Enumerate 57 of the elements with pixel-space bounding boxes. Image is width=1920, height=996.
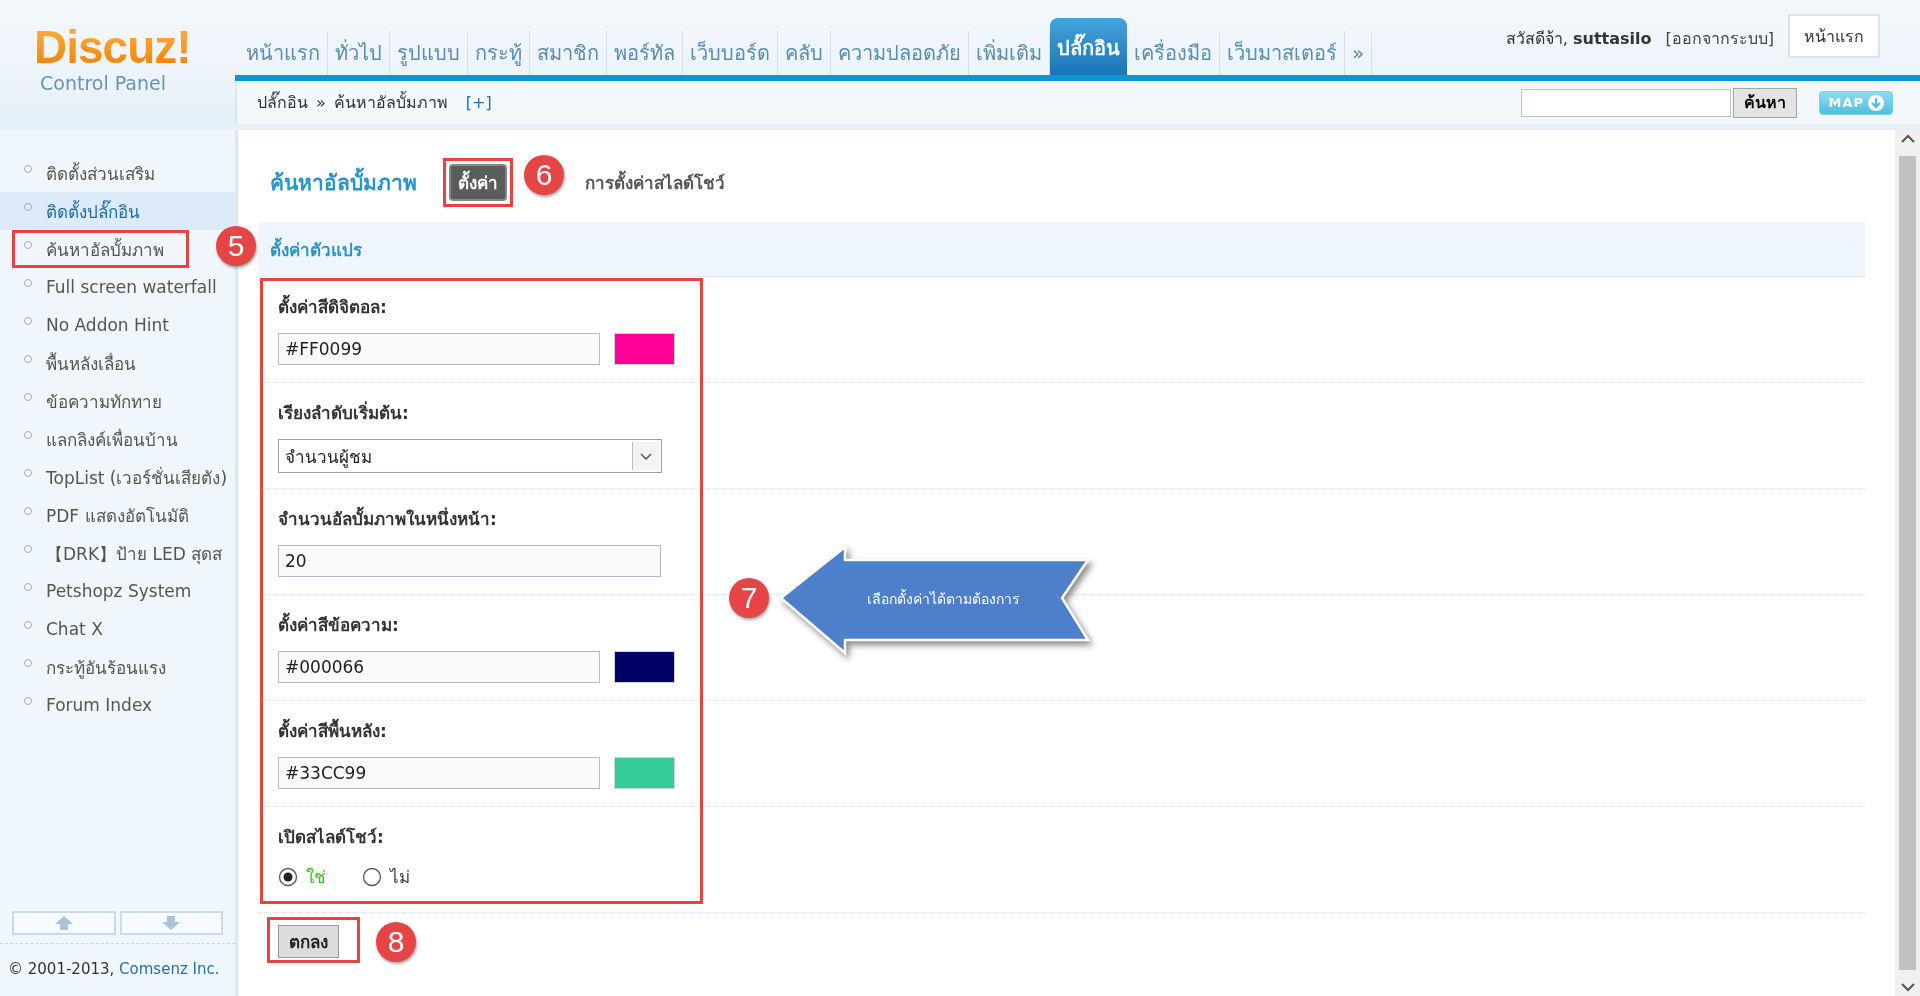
nav-tab[interactable]: ปลั๊กอิน bbox=[1050, 18, 1127, 75]
field-label: ตั้งค่าสีดิจิตอล: bbox=[278, 293, 1845, 317]
sidebar-item[interactable]: 【DRK】ป้าย LED สุดส bbox=[0, 534, 235, 572]
scroll-down-button[interactable] bbox=[119, 911, 223, 935]
section-header: ตั้งค่าตัวแปร bbox=[258, 222, 1865, 277]
chevron-down-icon bbox=[639, 450, 653, 462]
sidebar-item[interactable]: ค้นหาอัลบั้มภาพ bbox=[12, 230, 189, 268]
sidebar-item[interactable]: PDF แสดงอัตโนมัติ bbox=[0, 496, 235, 534]
radio-button[interactable] bbox=[362, 866, 382, 887]
sidebar-item[interactable]: Petshopz System bbox=[0, 572, 235, 610]
field-label: เปิดสไลด์โชว์: bbox=[278, 826, 385, 847]
color-field[interactable]: #33CC99 bbox=[278, 757, 600, 789]
field-label: เรียงลำดับเริ่มต้น: bbox=[278, 400, 410, 423]
page-tab[interactable]: การตั้งค่าสไลด์โชว์ bbox=[577, 164, 733, 200]
sidebar-item[interactable]: ติดตั้งส่วนเสริม bbox=[0, 154, 235, 192]
scrollbar-thumb[interactable] bbox=[1899, 156, 1916, 970]
logout-link[interactable]: [ออกจากระบบ] bbox=[1665, 26, 1774, 51]
callout-text: เลือกตั้งค่าได้ตามต้องการ bbox=[867, 588, 1020, 609]
up-arrow-icon bbox=[53, 915, 74, 931]
radio-option[interactable]: ไม่ bbox=[362, 863, 410, 890]
breadcrumb-item[interactable]: ปลั๊กอิน bbox=[257, 90, 308, 115]
sidebar-item[interactable]: Chat X bbox=[0, 610, 235, 648]
sidebar-item[interactable]: Full screen waterfall bbox=[0, 268, 235, 306]
greeting-text: สวัสดีจ้า, suttasilo bbox=[1505, 28, 1652, 50]
select-field[interactable]: จำนวนผู้ชม bbox=[278, 439, 662, 473]
color-field[interactable]: #FF0099 bbox=[278, 333, 600, 365]
breadcrumb-separator: » bbox=[316, 93, 326, 112]
down-arrow-icon bbox=[161, 915, 182, 931]
field-label: ตั้งค่าสีพื้นหลัง: bbox=[278, 717, 1845, 741]
sidebar-item[interactable]: ข้อความทักทาย bbox=[0, 382, 235, 420]
sidebar-item[interactable]: Forum Index bbox=[0, 686, 235, 724]
sidebar-item[interactable]: พื้นหลังเลื่อน bbox=[0, 344, 235, 382]
page-title: ค้นหาอัลบั้มภาพ bbox=[270, 165, 417, 199]
sidebar-item[interactable]: แลกลิงค์เพื่อนบ้าน bbox=[0, 420, 235, 458]
submit-button[interactable]: ตกลง bbox=[278, 925, 339, 958]
color-swatch[interactable] bbox=[614, 757, 675, 789]
down-arrow-icon bbox=[1868, 94, 1884, 111]
breadcrumb-item[interactable]: ค้นหาอัลบั้มภาพ bbox=[333, 90, 448, 115]
copyright-text: © 2001-2013, Comsenz Inc. bbox=[7, 959, 221, 980]
company-link[interactable]: Comsenz Inc. bbox=[119, 960, 220, 978]
sidebar-item[interactable]: ติดตั้งปลั๊กอิน bbox=[0, 192, 235, 230]
text-field[interactable]: 20 bbox=[278, 545, 661, 577]
search-button[interactable]: ค้นหา bbox=[1733, 87, 1798, 118]
color-field[interactable]: #000066 bbox=[278, 651, 600, 683]
search-field[interactable] bbox=[1521, 88, 1732, 117]
radio-button[interactable] bbox=[278, 866, 298, 887]
sidebar-item[interactable]: No Addon Hint bbox=[0, 306, 235, 344]
add-link[interactable]: [+] bbox=[465, 93, 492, 112]
home-button[interactable]: หน้าแรก bbox=[1788, 14, 1880, 58]
sidebar-item[interactable]: TopList (เวอร์ชั่นเสียตัง) bbox=[0, 458, 235, 496]
field-label: จำนวนอัลบั้มภาพในหนึ่งหน้า: bbox=[278, 505, 1845, 529]
logo-subtitle: Control Panel bbox=[40, 72, 166, 94]
page-tab[interactable]: ตั้งค่า bbox=[443, 157, 513, 207]
color-swatch[interactable] bbox=[614, 651, 675, 683]
color-swatch[interactable] bbox=[614, 333, 675, 365]
sidebar-item[interactable]: กระทู้อันร้อนแรง bbox=[0, 648, 235, 686]
scroll-up-button[interactable] bbox=[12, 911, 116, 935]
